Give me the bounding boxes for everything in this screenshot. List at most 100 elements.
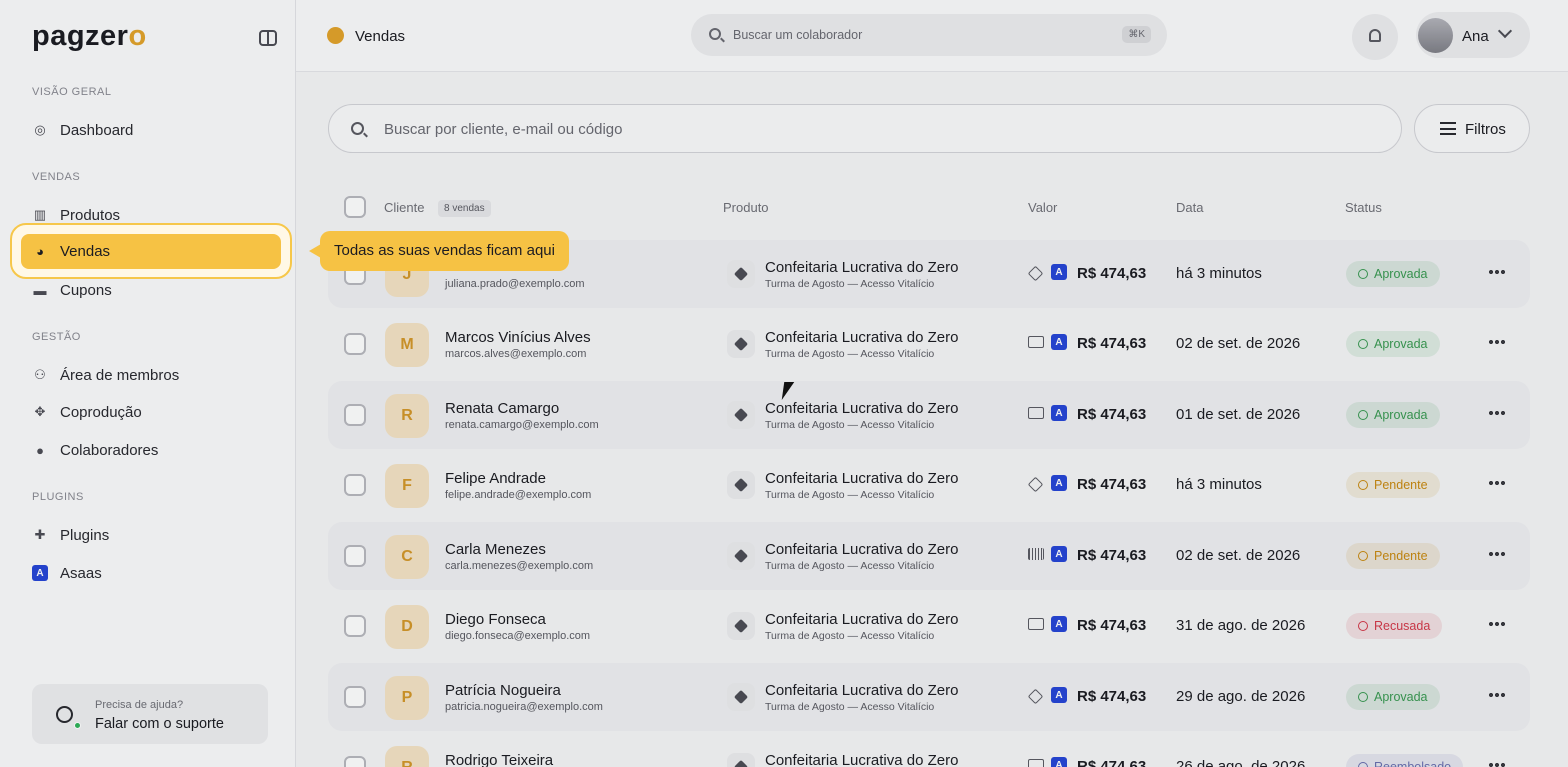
more-actions-icon[interactable] bbox=[1488, 270, 1506, 274]
card-payment-icon bbox=[1028, 618, 1044, 630]
client-avatar: M bbox=[385, 323, 429, 367]
more-actions-icon[interactable] bbox=[1488, 411, 1506, 415]
sidebar-item-dashboard[interactable]: ◎ Dashboard bbox=[32, 118, 133, 142]
asaas-icon: A bbox=[1051, 687, 1067, 703]
card-payment-icon bbox=[1028, 759, 1044, 767]
select-all-checkbox[interactable] bbox=[344, 196, 366, 218]
status-badge: Pendente bbox=[1346, 543, 1440, 569]
row-checkbox[interactable] bbox=[344, 545, 366, 567]
sale-value: R$ 474,63 bbox=[1077, 617, 1147, 634]
sale-date: 26 de ago. de 2026 bbox=[1176, 758, 1306, 767]
status-badge: Aprovada bbox=[1346, 331, 1440, 357]
more-actions-icon[interactable] bbox=[1488, 340, 1506, 344]
sidebar-item-coproducao[interactable]: ✥ Coprodução bbox=[32, 400, 142, 424]
client-name: Marcos Vinícius Alves bbox=[445, 329, 591, 346]
puzzle-icon: ✚ bbox=[34, 527, 46, 542]
onboarding-tooltip: Todas as suas vendas ficam aqui bbox=[309, 231, 569, 271]
section-label: VISÃO GERAL bbox=[32, 86, 112, 98]
table-row[interactable]: C Carla Menezes carla.menezes@exemplo.com C… bbox=[328, 522, 1530, 590]
sales-count-badge: 8 vendas bbox=[438, 200, 491, 217]
sale-value: R$ 474,63 bbox=[1077, 547, 1147, 564]
table-row[interactable]: R Renata Camargo renata.camargo@exemplo.co… bbox=[328, 381, 1530, 449]
pix-payment-icon bbox=[1027, 265, 1044, 282]
sale-value: R$ 474,63 bbox=[1077, 688, 1147, 705]
chevron-down-icon bbox=[1497, 23, 1513, 39]
filters-button[interactable]: Filtros bbox=[1414, 104, 1530, 153]
header-client[interactable]: Cliente bbox=[384, 200, 424, 215]
topbar: Vendas Buscar um colaborador ⌘K Ana bbox=[296, 0, 1568, 72]
product-tag-icon bbox=[727, 542, 755, 570]
members-icon: ⚇ bbox=[34, 367, 46, 382]
table-row[interactable]: F Felipe Andrade felipe.andrade@exemplo.co… bbox=[328, 451, 1530, 519]
product-tag-icon bbox=[727, 401, 755, 429]
user-name: Ana bbox=[1462, 28, 1489, 45]
asaas-icon: A bbox=[1051, 264, 1067, 280]
section-label: VENDAS bbox=[32, 171, 81, 183]
table-row[interactable]: R Rodrigo Teixeira Confeitaria Lucrativa d… bbox=[328, 733, 1530, 767]
sale-date: 02 de set. de 2026 bbox=[1176, 335, 1301, 352]
sale-value: R$ 474,63 bbox=[1077, 476, 1147, 493]
sidebar: pagzero VISÃO GERAL ◎ Dashboard VENDAS ▥ P… bbox=[0, 0, 296, 767]
table-row[interactable]: P Patrícia Nogueira patricia.nogueira@exem… bbox=[328, 663, 1530, 731]
sale-date: 31 de ago. de 2026 bbox=[1176, 617, 1306, 634]
product-name: Confeitaria Lucrativa do Zero bbox=[765, 611, 959, 628]
sale-date: 29 de ago. de 2026 bbox=[1176, 688, 1306, 705]
product-tag-icon bbox=[727, 612, 755, 640]
more-actions-icon[interactable] bbox=[1488, 763, 1506, 767]
dashboard-icon: ◎ bbox=[34, 122, 46, 137]
product-name: Confeitaria Lucrativa do Zero bbox=[765, 400, 959, 417]
sale-value: R$ 474,63 bbox=[1077, 335, 1147, 352]
sidebar-item-area-membros[interactable]: ⚇ Área de membros bbox=[32, 363, 179, 387]
sidebar-toggle-icon[interactable] bbox=[259, 30, 277, 46]
row-checkbox[interactable] bbox=[344, 756, 366, 767]
client-name: Carla Menezes bbox=[445, 541, 546, 558]
row-checkbox[interactable] bbox=[344, 615, 366, 637]
product-variant: Turma de Agosto — Acesso Vitalício bbox=[765, 630, 935, 642]
sidebar-item-asaas[interactable]: A Asaas bbox=[32, 561, 102, 585]
sale-date: 02 de set. de 2026 bbox=[1176, 547, 1301, 564]
sidebar-item-cupons[interactable]: ▬ Cupons bbox=[32, 278, 112, 302]
status-badge: Reembolsado bbox=[1346, 754, 1464, 767]
sales-search-input[interactable]: Buscar por cliente, e-mail ou código bbox=[328, 104, 1402, 153]
brand-logo[interactable]: pagzero bbox=[32, 20, 147, 53]
support-link[interactable]: Falar com o suporte bbox=[95, 716, 224, 732]
more-actions-icon[interactable] bbox=[1488, 693, 1506, 697]
more-actions-icon[interactable] bbox=[1488, 481, 1506, 485]
sidebar-item-vendas[interactable]: ◕ Vendas bbox=[21, 234, 281, 269]
support-card[interactable]: Precisa de ajuda? Falar com o suporte bbox=[32, 684, 268, 744]
row-checkbox[interactable] bbox=[344, 474, 366, 496]
handshake-icon: ✥ bbox=[34, 404, 46, 419]
notifications-button[interactable] bbox=[1352, 14, 1398, 60]
collaborator-search[interactable]: Buscar um colaborador ⌘K bbox=[691, 14, 1167, 56]
online-status-dot bbox=[74, 722, 81, 729]
support-title: Precisa de ajuda? bbox=[95, 699, 184, 711]
product-tag-icon bbox=[727, 260, 755, 288]
more-actions-icon[interactable] bbox=[1488, 552, 1506, 556]
user-menu[interactable]: Ana bbox=[1416, 12, 1530, 58]
asaas-icon: A bbox=[1051, 475, 1067, 491]
sidebar-item-colaboradores[interactable]: ● Colaboradores bbox=[32, 438, 158, 462]
client-email: carla.menezes@exemplo.com bbox=[445, 560, 594, 572]
sidebar-item-plugins[interactable]: ✚ Plugins bbox=[32, 523, 110, 547]
table-row[interactable]: M Marcos Vinícius Alves marcos.alves@exemp… bbox=[328, 310, 1530, 378]
bell-icon bbox=[1369, 29, 1381, 42]
product-name: Confeitaria Lucrativa do Zero bbox=[765, 752, 959, 767]
row-checkbox[interactable] bbox=[344, 686, 366, 708]
table-row[interactable]: D Diego Fonseca diego.fonseca@exemplo.com C… bbox=[328, 592, 1530, 660]
product-name: Confeitaria Lucrativa do Zero bbox=[765, 541, 959, 558]
header-date[interactable]: Data bbox=[1176, 200, 1203, 215]
header-status[interactable]: Status bbox=[1345, 200, 1382, 215]
filters-icon bbox=[1440, 122, 1456, 135]
product-name: Confeitaria Lucrativa do Zero bbox=[765, 259, 959, 276]
more-actions-icon[interactable] bbox=[1488, 622, 1506, 626]
header-value[interactable]: Valor bbox=[1028, 200, 1057, 215]
products-icon: ▥ bbox=[33, 207, 47, 222]
card-payment-icon bbox=[1028, 336, 1044, 348]
client-avatar: P bbox=[385, 676, 429, 720]
row-checkbox[interactable] bbox=[344, 404, 366, 426]
header-product[interactable]: Produto bbox=[723, 200, 769, 215]
client-email: juliana.prado@exemplo.com bbox=[445, 278, 585, 290]
client-name: Patrícia Nogueira bbox=[445, 682, 561, 699]
row-checkbox[interactable] bbox=[344, 333, 366, 355]
client-avatar: R bbox=[385, 394, 429, 438]
